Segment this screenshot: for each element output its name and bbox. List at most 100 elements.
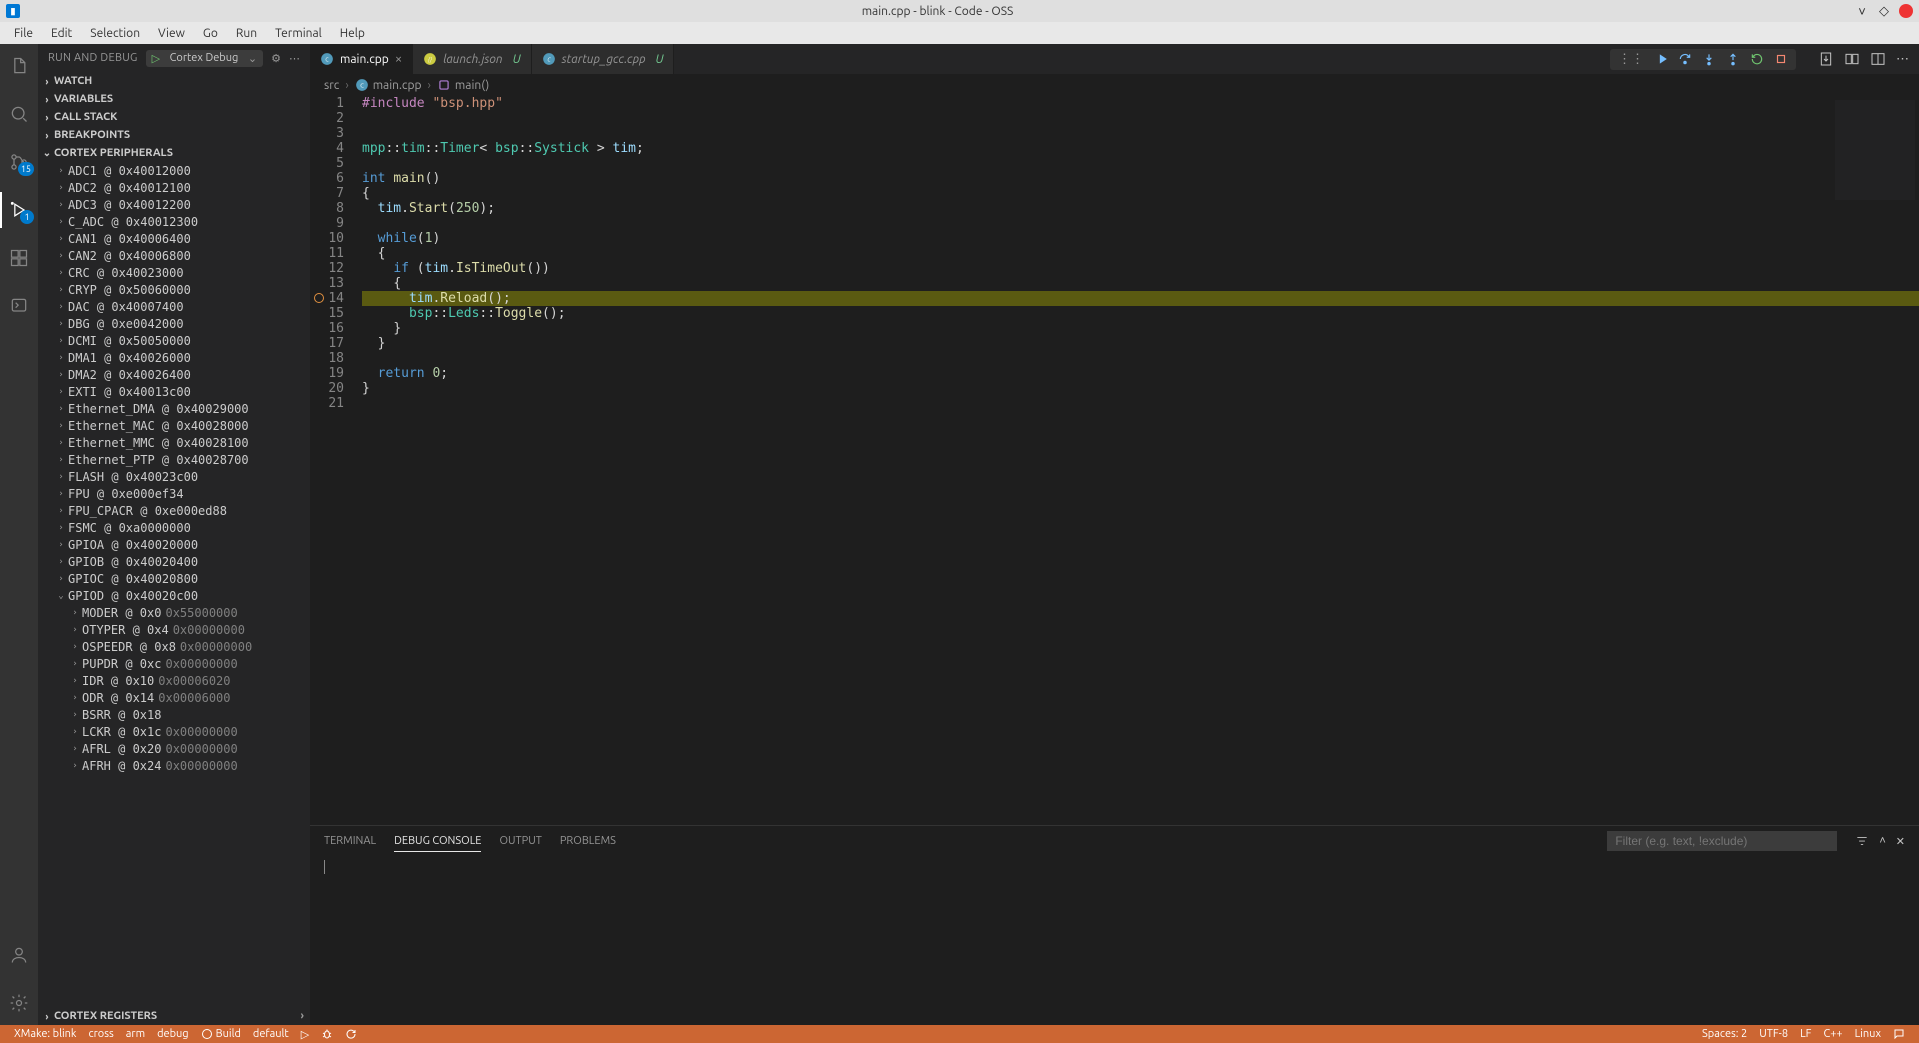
debug-icon[interactable]: 1	[0, 192, 38, 228]
status-encoding[interactable]: UTF-8	[1753, 1028, 1794, 1040]
peripheral-fsmc[interactable]: ›FSMC @ 0xa0000000	[38, 519, 310, 536]
peripheral-can2[interactable]: ›CAN2 @ 0x40006800	[38, 247, 310, 264]
section-breakpoints[interactable]: › BREAKPOINTS	[38, 126, 310, 144]
peripheral-c_adc[interactable]: ›C_ADC @ 0x40012300	[38, 213, 310, 230]
panel-tab-debug-console[interactable]: DEBUG CONSOLE	[394, 831, 481, 852]
register-afrl[interactable]: ›AFRL @ 0x200x00000000	[38, 740, 310, 757]
peripheral-exti[interactable]: ›EXTI @ 0x40013c00	[38, 383, 310, 400]
peripheral-gpiod[interactable]: ⌄GPIOD @ 0x40020c00	[38, 587, 310, 604]
filter-input[interactable]	[1607, 831, 1837, 851]
status-language[interactable]: C++	[1817, 1028, 1848, 1040]
drag-handle-icon[interactable]: ⋮⋮	[1618, 52, 1644, 67]
section-call-stack[interactable]: › CALL STACK	[38, 108, 310, 126]
breadcrumb-function[interactable]: main()	[455, 79, 489, 92]
register-afrh[interactable]: ›AFRH @ 0x240x00000000	[38, 757, 310, 774]
window-close-icon[interactable]	[1899, 4, 1913, 18]
menu-edit[interactable]: Edit	[43, 25, 80, 42]
extensions-icon[interactable]	[0, 240, 38, 276]
peripheral-gpiob[interactable]: ›GPIOB @ 0x40020400	[38, 553, 310, 570]
account-icon[interactable]	[0, 937, 38, 973]
menu-run[interactable]: Run	[228, 25, 265, 42]
panel-tab-problems[interactable]: PROBLEMS	[560, 831, 616, 851]
tab-startup_gcc-cpp[interactable]: Cstartup_gcc.cppU	[532, 44, 675, 74]
peripheral-ethernet_ptp[interactable]: ›Ethernet_PTP @ 0x40028700	[38, 451, 310, 468]
gutter[interactable]: 123456789101112131415161718192021	[310, 96, 362, 825]
source-control-icon[interactable]: 15	[0, 144, 38, 180]
peripheral-ethernet_mmc[interactable]: ›Ethernet_MMC @ 0x40028100	[38, 434, 310, 451]
peripheral-dac[interactable]: ›DAC @ 0x40007400	[38, 298, 310, 315]
continue-icon[interactable]	[1654, 52, 1668, 66]
status-spaces[interactable]: Spaces: 2	[1696, 1028, 1753, 1040]
peripheral-adc2[interactable]: ›ADC2 @ 0x40012100	[38, 179, 310, 196]
peripheral-dcmi[interactable]: ›DCMI @ 0x50050000	[38, 332, 310, 349]
peripheral-adc3[interactable]: ›ADC3 @ 0x40012200	[38, 196, 310, 213]
step-out-icon[interactable]	[1726, 52, 1740, 66]
breakpoint-marker-icon[interactable]	[314, 293, 324, 303]
menu-view[interactable]: View	[150, 25, 193, 42]
stop-icon[interactable]	[1774, 52, 1788, 66]
peripheral-ethernet_dma[interactable]: ›Ethernet_DMA @ 0x40029000	[38, 400, 310, 417]
more-icon[interactable]: ⋯	[289, 52, 300, 65]
register-idr[interactable]: ›IDR @ 0x100x00006020	[38, 672, 310, 689]
status-sync-icon[interactable]	[339, 1028, 363, 1040]
menu-selection[interactable]: Selection	[82, 25, 148, 42]
section-variables[interactable]: › VARIABLES	[38, 90, 310, 108]
explorer-icon[interactable]	[0, 48, 38, 84]
section-peripherals[interactable]: ⌄ CORTEX PERIPHERALS	[38, 144, 310, 162]
status-eol[interactable]: LF	[1794, 1028, 1817, 1040]
menu-terminal[interactable]: Terminal	[267, 25, 330, 42]
tab-main-cpp[interactable]: Cmain.cpp×	[310, 44, 413, 74]
status-debug[interactable]: debug	[151, 1028, 195, 1040]
step-into-icon[interactable]	[1702, 52, 1716, 66]
peripheral-ethernet_mac[interactable]: ›Ethernet_MAC @ 0x40028000	[38, 417, 310, 434]
peripheral-can1[interactable]: ›CAN1 @ 0x40006400	[38, 230, 310, 247]
more-actions-icon[interactable]: ⋯	[1896, 52, 1909, 67]
gear-icon[interactable]: ⚙	[271, 52, 281, 65]
split-editor-icon[interactable]	[1870, 51, 1886, 67]
status-build[interactable]: Build	[195, 1028, 247, 1040]
code-content[interactable]: #include "bsp.hpp" mpp::tim::Timer< bsp:…	[362, 96, 1919, 825]
register-moder[interactable]: ›MODER @ 0x00x55000000	[38, 604, 310, 621]
register-otyper[interactable]: ›OTYPER @ 0x40x00000000	[38, 621, 310, 638]
peripheral-cryp[interactable]: ›CRYP @ 0x50060000	[38, 281, 310, 298]
close-icon[interactable]: ×	[395, 52, 402, 66]
section-watch[interactable]: › WATCH	[38, 72, 310, 90]
export-icon[interactable]	[1818, 51, 1834, 67]
register-odr[interactable]: ›ODR @ 0x140x00006000	[38, 689, 310, 706]
restart-icon[interactable]	[1750, 52, 1764, 66]
section-registers[interactable]: › CORTEX REGISTERS ›	[38, 1007, 310, 1025]
step-over-icon[interactable]	[1678, 52, 1692, 66]
status-os[interactable]: Linux	[1849, 1028, 1887, 1040]
collapse-panel-icon[interactable]: ˄	[1879, 835, 1885, 847]
status-xmake[interactable]: XMake: blink	[8, 1028, 82, 1040]
register-pupdr[interactable]: ›PUPDR @ 0xc0x00000000	[38, 655, 310, 672]
status-cross[interactable]: cross	[82, 1028, 119, 1040]
peripheral-crc[interactable]: ›CRC @ 0x40023000	[38, 264, 310, 281]
settings-gear-icon[interactable]	[0, 985, 38, 1021]
register-lckr[interactable]: ›LCKR @ 0x1c0x00000000	[38, 723, 310, 740]
peripheral-adc1[interactable]: ›ADC1 @ 0x40012000	[38, 162, 310, 179]
peripheral-dbg[interactable]: ›DBG @ 0xe0042000	[38, 315, 310, 332]
status-feedback-icon[interactable]	[1887, 1028, 1911, 1040]
debug-config-selector[interactable]: ▷ Cortex Debug ⌄	[146, 50, 263, 67]
peripheral-dma2[interactable]: ›DMA2 @ 0x40026400	[38, 366, 310, 383]
debug-console-output[interactable]	[310, 856, 1919, 1025]
peripheral-fpu_cpacr[interactable]: ›FPU_CPACR @ 0xe000ed88	[38, 502, 310, 519]
breadcrumb-folder[interactable]: src	[324, 79, 339, 92]
status-play-icon[interactable]: ▷	[295, 1028, 315, 1041]
register-ospeedr[interactable]: ›OSPEEDR @ 0x80x00000000	[38, 638, 310, 655]
menu-file[interactable]: File	[6, 25, 41, 42]
peripheral-gpioc[interactable]: ›GPIOC @ 0x40020800	[38, 570, 310, 587]
menu-go[interactable]: Go	[195, 25, 226, 42]
maximize-icon[interactable]: ◇	[1877, 4, 1891, 18]
editor-body[interactable]: 123456789101112131415161718192021 #inclu…	[310, 96, 1919, 825]
breadcrumb-file[interactable]: main.cpp	[373, 79, 422, 92]
panel-tab-output[interactable]: OUTPUT	[499, 831, 541, 851]
filter-settings-icon[interactable]	[1855, 834, 1869, 848]
panel-tab-terminal[interactable]: TERMINAL	[324, 831, 376, 851]
minimize-icon[interactable]: ˅	[1855, 4, 1869, 18]
status-arm[interactable]: arm	[120, 1028, 151, 1040]
peripheral-gpioa[interactable]: ›GPIOA @ 0x40020000	[38, 536, 310, 553]
breadcrumb[interactable]: src › C main.cpp › main()	[310, 74, 1919, 96]
peripheral-dma1[interactable]: ›DMA1 @ 0x40026000	[38, 349, 310, 366]
